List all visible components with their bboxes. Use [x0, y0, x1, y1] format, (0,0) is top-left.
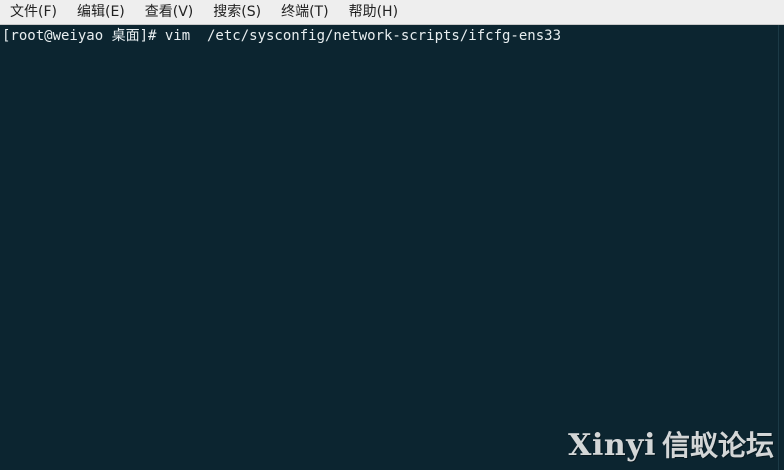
terminal-scrollbar[interactable]	[778, 25, 784, 470]
menu-terminal[interactable]: 终端(T)	[271, 0, 338, 25]
terminal-window: 文件(F) 编辑(E) 查看(V) 搜索(S) 终端(T) 帮助(H) [roo…	[0, 0, 784, 470]
menu-help[interactable]: 帮助(H)	[339, 0, 408, 25]
menu-edit[interactable]: 编辑(E)	[67, 0, 135, 25]
terminal-output[interactable]: [root@weiyao 桌面]# vim /etc/sysconfig/net…	[0, 25, 778, 470]
menu-bar: 文件(F) 编辑(E) 查看(V) 搜索(S) 终端(T) 帮助(H)	[0, 0, 784, 25]
menu-search[interactable]: 搜索(S)	[203, 0, 271, 25]
menu-view[interactable]: 查看(V)	[135, 0, 204, 25]
command-line: [root@weiyao 桌面]# vim /etc/sysconfig/net…	[2, 28, 562, 44]
menu-file[interactable]: 文件(F)	[0, 0, 67, 25]
